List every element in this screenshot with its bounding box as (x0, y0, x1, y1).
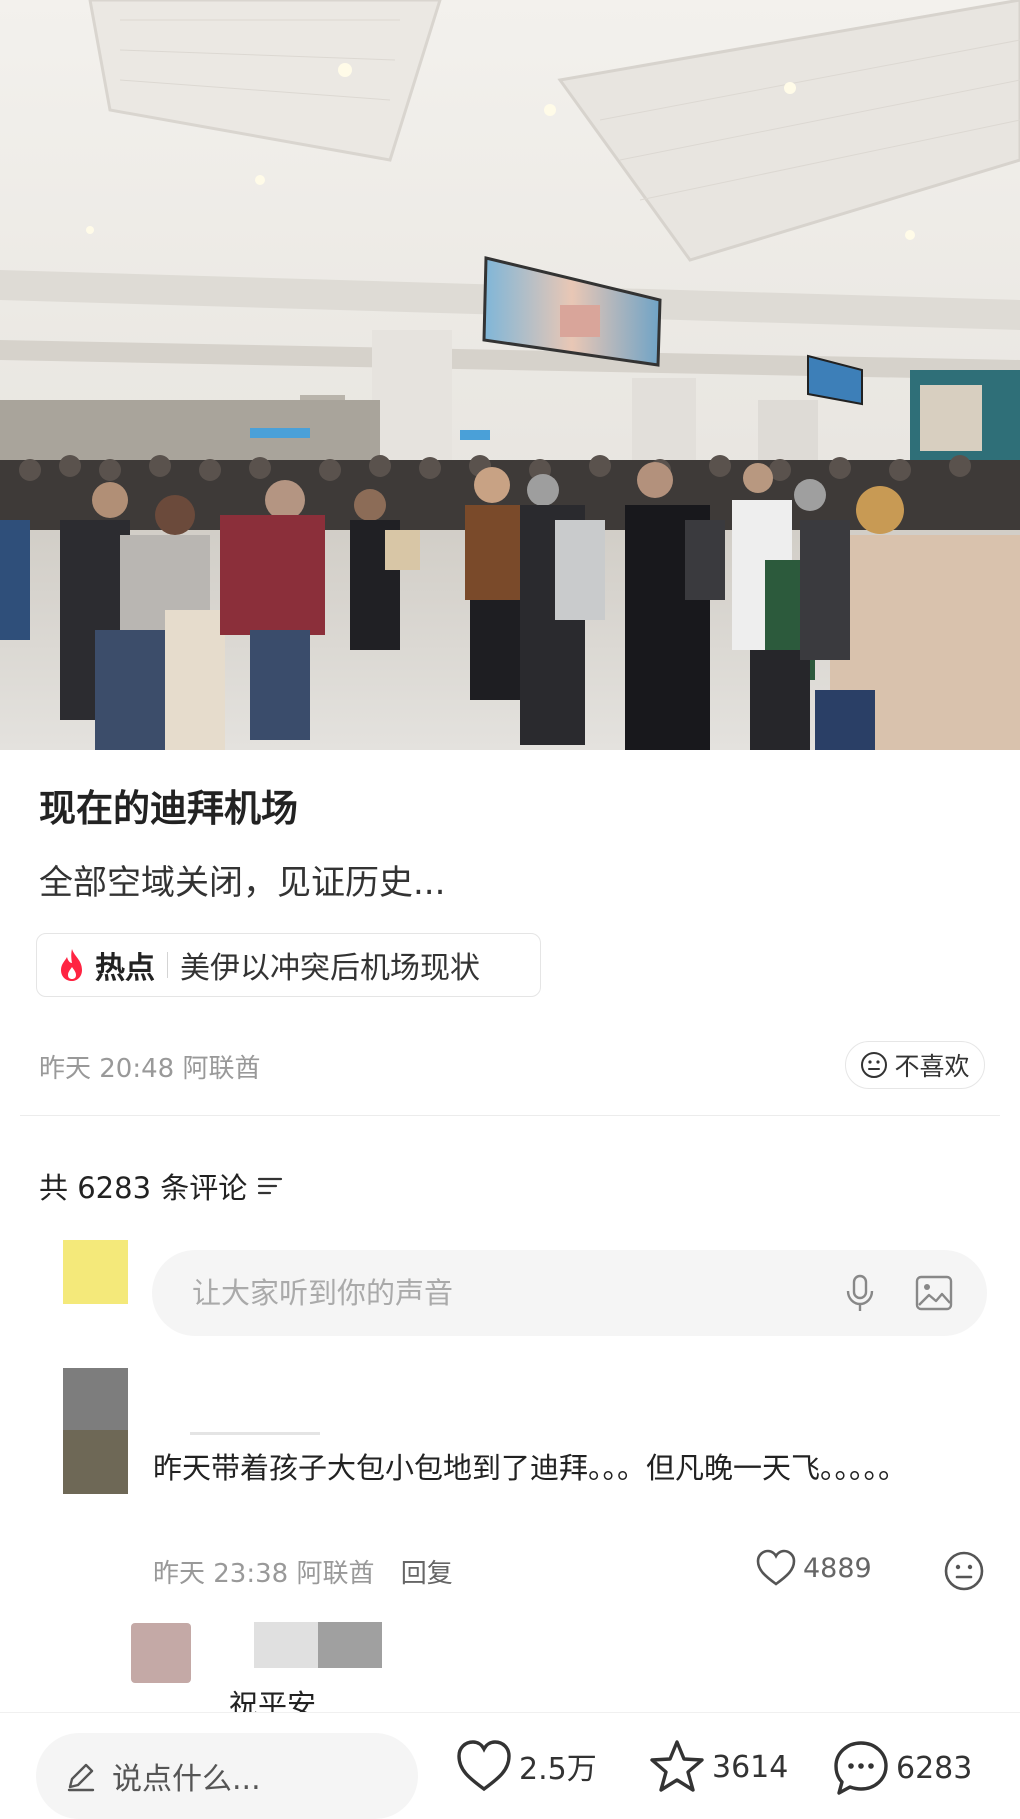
flame-icon (61, 949, 82, 981)
commenter-name-blurred[interactable] (190, 1432, 320, 1435)
comment-text: 昨天带着孩子大包小包地到了迪拜。。。但凡晚一天飞。。。。。 (153, 1451, 908, 1485)
heart-icon (457, 1740, 511, 1792)
post-time: 昨天 20:48 (39, 1054, 175, 1084)
bottom-comment-input[interactable]: 说点什么... (36, 1733, 418, 1819)
neutral-face-icon (861, 1052, 888, 1078)
replier-name-blurred[interactable] (254, 1622, 382, 1668)
pencil-icon (67, 1763, 95, 1792)
comment-meta: 昨天 23:38 阿联酋 回复 (153, 1553, 453, 1590)
dislike-button[interactable]: 不喜欢 (845, 1041, 985, 1089)
post-body: 全部空域关闭，见证历史... (39, 863, 446, 903)
neutral-face-icon[interactable] (943, 1550, 985, 1592)
topic-text: 美伊以冲突后机场现状 (180, 951, 480, 986)
post-title: 现在的迪拜机场 (39, 787, 298, 830)
post-like-button[interactable]: 2.5万 (455, 1739, 597, 1793)
comment-time: 昨天 23:38 (153, 1559, 289, 1589)
topic-separator (167, 952, 168, 978)
comment-location: 阿联酋 (296, 1559, 375, 1589)
replier-avatar[interactable] (131, 1623, 191, 1683)
comment-count-label: 共 6283 条评论 (39, 1171, 248, 1205)
post-location: 阿联酋 (182, 1054, 261, 1084)
star-icon (650, 1740, 704, 1792)
heart-icon (756, 1549, 796, 1586)
post-like-count: 2.5万 (519, 1752, 597, 1787)
reply-button[interactable]: 回复 (401, 1559, 453, 1589)
mic-icon[interactable] (842, 1273, 878, 1313)
image-icon[interactable] (914, 1273, 954, 1313)
dislike-label: 不喜欢 (894, 1052, 970, 1081)
chat-icon (834, 1741, 888, 1795)
comment-like-button[interactable]: 4889 (755, 1549, 872, 1587)
favorite-count: 3614 (712, 1749, 789, 1785)
comment-count-header[interactable]: 共 6283 条评论 (39, 1165, 283, 1207)
my-avatar (63, 1240, 128, 1304)
topic-badge: 热点 (95, 951, 155, 986)
favorite-button[interactable]: 3614 (648, 1739, 788, 1795)
comment-input-box[interactable] (152, 1250, 987, 1336)
airport-crowd-photo (0, 0, 1020, 750)
comment-input[interactable] (190, 1275, 794, 1311)
comment-like-count: 4889 (803, 1552, 872, 1584)
comments-button[interactable]: 6283 (832, 1739, 972, 1797)
post-meta: 昨天 20:48 阿联酋 (39, 1048, 260, 1085)
bottom-input-placeholder: 说点什么... (112, 1762, 261, 1797)
post-photo[interactable] (0, 0, 1020, 750)
section-divider (20, 1115, 1000, 1116)
sort-icon[interactable] (257, 1175, 283, 1197)
comments-count: 6283 (896, 1750, 973, 1786)
bottom-action-bar: 说点什么... 2.5万 3614 6283 (0, 1712, 1020, 1819)
topic-tag[interactable]: 热点 美伊以冲突后机场现状 (36, 933, 541, 997)
commenter-avatar[interactable] (63, 1368, 128, 1494)
